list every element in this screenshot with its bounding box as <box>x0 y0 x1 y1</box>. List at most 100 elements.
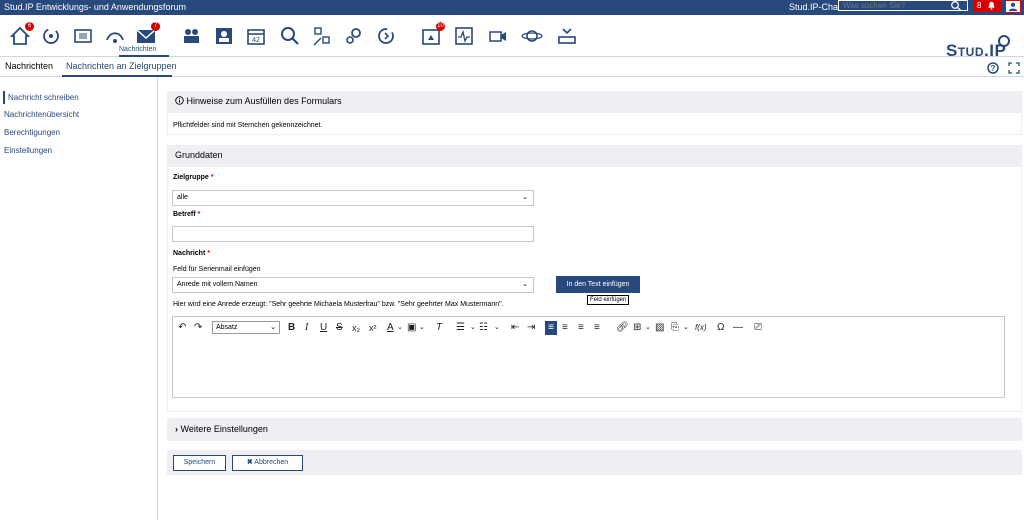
info-icon <box>175 96 184 105</box>
chevron-down-icon[interactable]: ⌄ <box>397 321 403 335</box>
people-icon[interactable] <box>180 25 202 47</box>
nav-active-label: Nachrichten <box>119 46 157 53</box>
chevron-down-icon: ⌄ <box>270 324 276 331</box>
admin-icon[interactable] <box>343 25 365 47</box>
tools-icon[interactable] <box>311 25 333 47</box>
formula-icon[interactable]: f(x) <box>695 321 707 335</box>
video-icon[interactable] <box>487 25 509 47</box>
paragraph-style-value: Absatz <box>216 324 238 331</box>
link-icon[interactable]: 🔗︎ <box>616 321 629 335</box>
serial-hint: Hier wird eine Anrede erzeugt: "Sehr gee… <box>173 301 504 308</box>
activity-icon[interactable] <box>40 25 62 47</box>
hints-panel-header[interactable]: Hinweise zum Ausfüllen des Formulars <box>167 91 1022 112</box>
table-icon[interactable]: ⊞ <box>633 321 641 335</box>
monitor-icon[interactable] <box>453 25 475 47</box>
sync-icon[interactable] <box>375 25 397 47</box>
chevron-down-icon: ⌄ <box>522 194 528 201</box>
target-group-label: Zielgruppe * <box>173 174 214 181</box>
sidebar: Nachricht schreiben Nachrichtenübersicht… <box>0 77 158 520</box>
search-icon[interactable] <box>950 0 962 11</box>
hints-text: Pflichtfelder sind mit Sternchen gekennz… <box>173 122 323 129</box>
notification-badge[interactable]: 8 <box>973 0 1001 12</box>
site-title[interactable]: Stud.IP Entwicklungs- und Anwendungsforu… <box>4 2 186 12</box>
tabs-bar: Nachrichten Nachrichten an Zielgruppen ? <box>0 57 1024 77</box>
help-icon[interactable]: ? <box>987 61 999 74</box>
global-search-input[interactable] <box>838 0 968 11</box>
bold-icon[interactable]: B <box>288 321 295 335</box>
chevron-down-icon[interactable]: ⌄ <box>645 321 651 335</box>
target-group-value: alle <box>177 194 188 201</box>
cancel-button[interactable]: ✖ Abbrechen <box>232 455 303 471</box>
target-group-select[interactable]: alle ⌄ <box>172 190 534 206</box>
start-badge: 6 <box>25 22 34 31</box>
chat-link[interactable]: Stud.IP-Chat <box>789 2 841 12</box>
align-right-icon[interactable]: ≡ <box>578 321 584 335</box>
user-avatar[interactable] <box>1005 0 1021 13</box>
calendar-icon[interactable]: 42 <box>245 25 267 47</box>
bulleted-list-icon[interactable]: ☰ <box>456 321 465 335</box>
top-bar: Stud.IP Entwicklungs- und Anwendungsforu… <box>0 0 1024 15</box>
subscript-icon[interactable]: x₂ <box>352 321 360 335</box>
superscript-icon[interactable]: x² <box>369 321 377 335</box>
media-icon[interactable]: ⎘ <box>671 321 679 335</box>
more-settings-header[interactable]: › Weitere Einstellungen <box>167 418 1022 441</box>
tab-messages[interactable]: Nachrichten <box>5 61 53 71</box>
tab-target-groups[interactable]: Nachrichten an Zielgruppen <box>66 61 177 71</box>
my-courses-icon[interactable] <box>72 25 94 47</box>
insert-image-icon[interactable]: ▨ <box>655 321 664 335</box>
remove-format-icon[interactable]: T <box>436 321 442 335</box>
align-left-icon[interactable]: ≡ <box>545 321 557 335</box>
orbit-icon[interactable] <box>521 25 543 47</box>
notification-count: 8 <box>977 1 982 10</box>
chevron-down-icon[interactable]: ⌄ <box>494 321 500 335</box>
subject-label: Betreff * <box>173 211 201 218</box>
chevron-down-icon: ⌄ <box>522 281 528 288</box>
planner-icon[interactable]: 10 <box>420 22 445 47</box>
insert-into-text-button[interactable]: In den Text einfügen <box>556 276 640 293</box>
serial-field-value: Anrede mit vollem Namen <box>177 281 258 288</box>
serial-field-select[interactable]: Anrede mit vollem Namen ⌄ <box>172 277 534 293</box>
profile-icon[interactable] <box>213 25 235 47</box>
undo-icon[interactable]: ↶ <box>178 321 186 335</box>
basic-data-header: Grunddaten <box>167 145 1022 166</box>
search-nav-icon[interactable] <box>279 25 301 47</box>
download-icon[interactable] <box>556 25 578 47</box>
basic-data-title: Grunddaten <box>175 150 223 160</box>
close-icon: ✖ <box>246 459 253 466</box>
font-color-icon[interactable]: A <box>387 321 394 335</box>
editor-toolbar: ↶ ↷ Absatz ⌄ B I U S x₂ x² A ⌄ ▣ ⌄ T ☰ ⌄… <box>172 316 1005 338</box>
align-center-icon[interactable]: ≡ <box>562 321 568 335</box>
source-view-icon[interactable]: ⎚ <box>754 321 762 335</box>
insert-tooltip: Feld einfügen <box>587 295 630 305</box>
indent-icon[interactable]: ⇥ <box>527 321 535 335</box>
save-button[interactable]: Speichern <box>173 455 226 471</box>
numbered-list-icon[interactable]: ☷ <box>479 321 488 335</box>
highlight-icon[interactable]: ▣ <box>407 321 416 335</box>
paragraph-style-select[interactable]: Absatz ⌄ <box>212 321 280 334</box>
messages-badge: 7 <box>151 22 160 31</box>
chevron-down-icon[interactable]: ⌄ <box>419 321 425 335</box>
messages-icon[interactable]: 7 <box>135 22 160 47</box>
redo-icon[interactable]: ↷ <box>194 321 202 335</box>
start-icon[interactable]: 6 <box>9 22 34 47</box>
underline-icon[interactable]: U <box>320 321 327 335</box>
subject-input[interactable] <box>172 226 534 242</box>
message-editor[interactable] <box>172 337 1005 398</box>
svg-text:?: ? <box>991 64 996 73</box>
chevron-down-icon[interactable]: ⌄ <box>470 321 476 335</box>
community-icon[interactable] <box>104 25 126 47</box>
outdent-icon[interactable]: ⇤ <box>511 321 519 335</box>
sidebar-item-write[interactable]: Nachricht schreiben <box>8 93 79 102</box>
chevron-down-icon[interactable]: ⌄ <box>683 321 689 335</box>
horizontal-line-icon[interactable]: — <box>733 321 743 335</box>
sidebar-item-overview[interactable]: Nachrichtenübersicht <box>4 110 79 119</box>
fullscreen-icon[interactable] <box>1008 61 1020 74</box>
bell-icon <box>988 1 995 10</box>
more-settings-title: Weitere Einstellungen <box>180 424 268 434</box>
strikethrough-icon[interactable]: S <box>336 321 343 335</box>
italic-icon[interactable]: I <box>305 321 308 335</box>
justify-icon[interactable]: ≡ <box>594 321 600 335</box>
sidebar-item-settings[interactable]: Einstellungen <box>4 146 52 155</box>
sidebar-item-permissions[interactable]: Berechtigungen <box>4 128 60 137</box>
special-characters-icon[interactable]: Ω <box>717 321 724 335</box>
